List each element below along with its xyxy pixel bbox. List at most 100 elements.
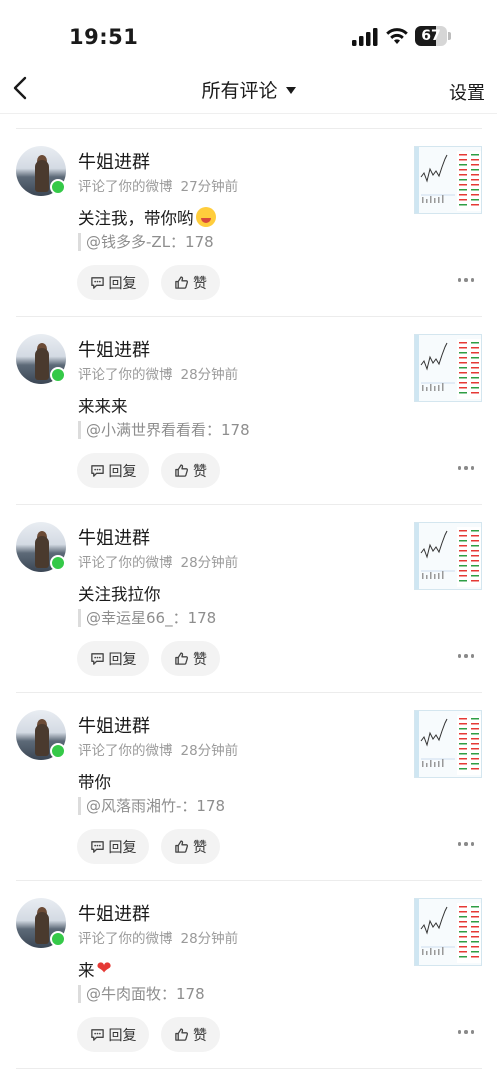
- quoted-comment[interactable]: @小满世界看看看：178: [78, 421, 250, 439]
- commenter-name[interactable]: 牛姐进群: [78, 524, 150, 550]
- comment-actions: 回复 赞: [77, 265, 220, 300]
- reply-label: 回复: [108, 1027, 137, 1044]
- comment-actions: 回复 赞: [77, 453, 220, 488]
- reply-label: 回复: [108, 839, 137, 856]
- quoted-comment[interactable]: @幸运星66_：178: [78, 609, 216, 627]
- reply-icon: [90, 841, 104, 853]
- stock-chart-thumbnail-icon: [415, 147, 481, 213]
- quoted-comment[interactable]: @风落雨湘竹-：178: [78, 797, 225, 815]
- settings-button[interactable]: 设置: [449, 79, 485, 105]
- reply-icon: [90, 277, 104, 289]
- comment-item[interactable]: 牛姐进群 评论了你的微博 28分钟前 来来来 @小满世界看看看：178 回复 赞: [16, 317, 482, 505]
- wifi-icon: [386, 28, 408, 44]
- comment-text: 来来来: [78, 393, 128, 417]
- comment-meta: 评论了你的微博 28分钟前: [78, 927, 238, 947]
- scream-face-emoji-icon: [195, 207, 216, 227]
- status-time: 19:51: [69, 25, 139, 49]
- stock-chart-thumbnail-icon: [415, 523, 481, 589]
- comment-content: 关注我拉你: [78, 585, 161, 604]
- comment-action: 评论了你的微博: [78, 179, 173, 195]
- weibo-thumbnail[interactable]: [414, 898, 482, 966]
- cellular-signal-icon: [352, 28, 378, 46]
- more-options-icon[interactable]: [457, 654, 474, 658]
- comment-item[interactable]: 牛姐进群 评论了你的微博 28分钟前 来 ❤ @牛肉面牧：178 回复 赞: [16, 881, 482, 1069]
- thumbs-up-icon: [175, 276, 189, 289]
- reply-button[interactable]: 回复: [77, 829, 149, 864]
- weibo-thumbnail[interactable]: [414, 522, 482, 590]
- more-options-icon[interactable]: [457, 278, 474, 282]
- battery-percent: 67: [421, 28, 441, 44]
- thumbs-up-icon: [175, 1028, 189, 1041]
- status-bar: 19:51 67: [0, 0, 497, 62]
- comment-meta: 评论了你的微博 28分钟前: [78, 551, 238, 571]
- comment-action: 评论了你的微博: [78, 931, 173, 947]
- reply-icon: [90, 465, 104, 477]
- like-button[interactable]: 赞: [161, 829, 220, 864]
- more-options-icon[interactable]: [457, 1030, 474, 1034]
- comment-content: 来来来: [78, 397, 128, 416]
- reply-label: 回复: [108, 463, 137, 480]
- reply-button[interactable]: 回复: [77, 265, 149, 300]
- like-label: 赞: [193, 1027, 207, 1044]
- comment-action: 评论了你的微博: [78, 367, 173, 383]
- reply-label: 回复: [108, 275, 137, 292]
- commenter-name[interactable]: 牛姐进群: [78, 148, 150, 174]
- comment-content: 带你: [78, 773, 111, 792]
- weibo-thumbnail[interactable]: [414, 710, 482, 778]
- stock-chart-thumbnail-icon: [415, 335, 481, 401]
- comment-text: 带你: [78, 769, 111, 793]
- comment-meta: 评论了你的微博 28分钟前: [78, 739, 238, 759]
- more-options-icon[interactable]: [457, 466, 474, 470]
- commenter-name[interactable]: 牛姐进群: [78, 900, 150, 926]
- comment-actions: 回复 赞: [77, 1017, 220, 1052]
- like-button[interactable]: 赞: [161, 641, 220, 676]
- comment-meta: 评论了你的微博 28分钟前: [78, 363, 238, 383]
- like-label: 赞: [193, 839, 207, 856]
- online-status-dot: [50, 743, 66, 759]
- stock-chart-thumbnail-icon: [415, 711, 481, 777]
- like-label: 赞: [193, 275, 207, 292]
- weibo-thumbnail[interactable]: [414, 334, 482, 402]
- comment-text: 关注我，带你哟: [78, 205, 216, 229]
- thumbs-up-icon: [175, 840, 189, 853]
- comment-item[interactable]: 牛姐进群 评论了你的微博 28分钟前 关注我拉你 @幸运星66_：178 回复 …: [16, 505, 482, 693]
- like-button[interactable]: 赞: [161, 1017, 220, 1052]
- comment-item[interactable]: 牛姐进群 评论了你的微博 27分钟前 关注我，带你哟 @钱多多-ZL：178 回…: [16, 129, 482, 317]
- quoted-comment[interactable]: @牛肉面牧：178: [78, 985, 205, 1003]
- reply-button[interactable]: 回复: [77, 1017, 149, 1052]
- comment-item[interactable]: 牛姐进群 评论了你的微博 28分钟前 带你 @风落雨湘竹-：178 回复 赞: [16, 693, 482, 881]
- reply-button[interactable]: 回复: [77, 641, 149, 676]
- quoted-comment[interactable]: @钱多多-ZL：178: [78, 233, 214, 251]
- weibo-thumbnail[interactable]: [414, 146, 482, 214]
- comment-meta: 评论了你的微博 27分钟前: [78, 175, 238, 195]
- comment-time: 28分钟前: [180, 931, 239, 947]
- comment-text: 来 ❤: [78, 957, 112, 981]
- battery-icon: 67: [415, 26, 451, 46]
- comment-time: 28分钟前: [180, 367, 239, 383]
- reply-icon: [90, 653, 104, 665]
- comment-action: 评论了你的微博: [78, 555, 173, 571]
- thumbs-up-icon: [175, 464, 189, 477]
- more-options-icon[interactable]: [457, 842, 474, 846]
- thumbs-up-icon: [175, 652, 189, 665]
- commenter-name[interactable]: 牛姐进群: [78, 712, 150, 738]
- reply-icon: [90, 1029, 104, 1041]
- like-label: 赞: [193, 463, 207, 480]
- reply-button[interactable]: 回复: [77, 453, 149, 488]
- online-status-dot: [50, 931, 66, 947]
- nav-bar: 所有评论 设置: [0, 62, 497, 114]
- like-label: 赞: [193, 651, 207, 668]
- caret-down-icon: [285, 87, 296, 94]
- online-status-dot: [50, 555, 66, 571]
- red-heart-emoji-icon: ❤: [96, 958, 112, 979]
- like-button[interactable]: 赞: [161, 265, 220, 300]
- comment-list: 牛姐进群 评论了你的微博 27分钟前 关注我，带你哟 @钱多多-ZL：178 回…: [16, 128, 482, 1069]
- online-status-dot: [50, 179, 66, 195]
- online-status-dot: [50, 367, 66, 383]
- comment-time: 28分钟前: [180, 555, 239, 571]
- like-button[interactable]: 赞: [161, 453, 220, 488]
- page-title: 所有评论: [201, 80, 278, 102]
- commenter-name[interactable]: 牛姐进群: [78, 336, 150, 362]
- comments-filter-dropdown[interactable]: 所有评论: [0, 76, 497, 103]
- stock-chart-thumbnail-icon: [415, 899, 481, 965]
